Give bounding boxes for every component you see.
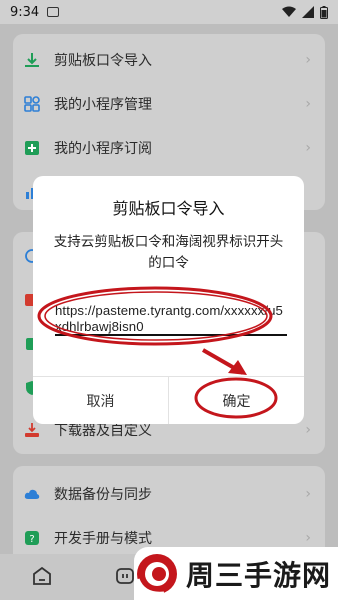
watermark-logo-icon bbox=[136, 553, 177, 595]
dialog-button-row: 取消 确定 bbox=[33, 376, 304, 424]
dialog-message: 支持云剪贴板口令和海阔视界标识开头的口令 bbox=[53, 234, 284, 271]
dialog-title: 剪贴板口令导入 bbox=[112, 199, 225, 218]
clipboard-import-dialog: 剪贴板口令导入 支持云剪贴板口令和海阔视界标识开头的口令 https://pas… bbox=[33, 176, 304, 424]
cancel-button[interactable]: 取消 bbox=[33, 377, 168, 424]
password-input[interactable]: https://pasteme.tyrantg.com/xxxxxx/u5xdh… bbox=[55, 300, 287, 336]
confirm-button[interactable]: 确定 bbox=[168, 377, 304, 424]
watermark-logo: 周三手游网 bbox=[134, 547, 338, 600]
watermark-text: 周三手游网 bbox=[186, 558, 332, 592]
